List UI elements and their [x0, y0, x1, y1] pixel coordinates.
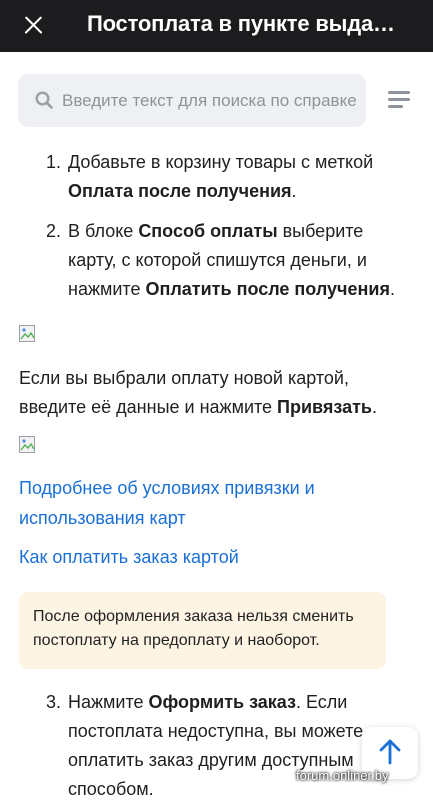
search-input[interactable]: [62, 74, 358, 127]
search-bar[interactable]: [18, 74, 366, 127]
broken-image-icon: [19, 436, 35, 453]
step-text: Нажмите Оформить заказ. Если постоплата …: [68, 692, 364, 799]
step-number: 1.: [46, 152, 62, 172]
search-icon: [35, 91, 53, 109]
warning-note: После оформления заказа нельзя сменить п…: [19, 592, 386, 669]
step-text: В блоке Способ оплаты выберите карту, с …: [68, 221, 395, 299]
close-icon[interactable]: [14, 8, 52, 42]
list-item: 1. Добавьте в корзину товары с меткой Оп…: [46, 148, 401, 208]
card-terms-link[interactable]: Подробнее об условиях привязки и использ…: [19, 473, 349, 533]
pay-by-card-link[interactable]: Как оплатить заказ картой: [19, 542, 419, 572]
instruction-text: Если вы выбрали оплату новой картой, вве…: [19, 368, 377, 417]
menu-icon[interactable]: [388, 91, 410, 111]
watermark: forum.onliner.by: [296, 768, 389, 783]
list-item: 2. В блоке Способ оплаты выберите карту,…: [46, 217, 401, 307]
step-text: Добавьте в корзину товары с меткой Оплат…: [68, 152, 374, 201]
list-item: 3. Нажмите Оформить заказ. Если постопла…: [46, 688, 401, 800]
top-bar: Постоплата в пункте выда…: [0, 0, 433, 52]
page-title: Постоплата в пункте выда…: [87, 11, 395, 36]
step-number: 2.: [46, 221, 62, 241]
broken-image-icon: [19, 325, 35, 342]
step-number: 3.: [46, 692, 62, 712]
